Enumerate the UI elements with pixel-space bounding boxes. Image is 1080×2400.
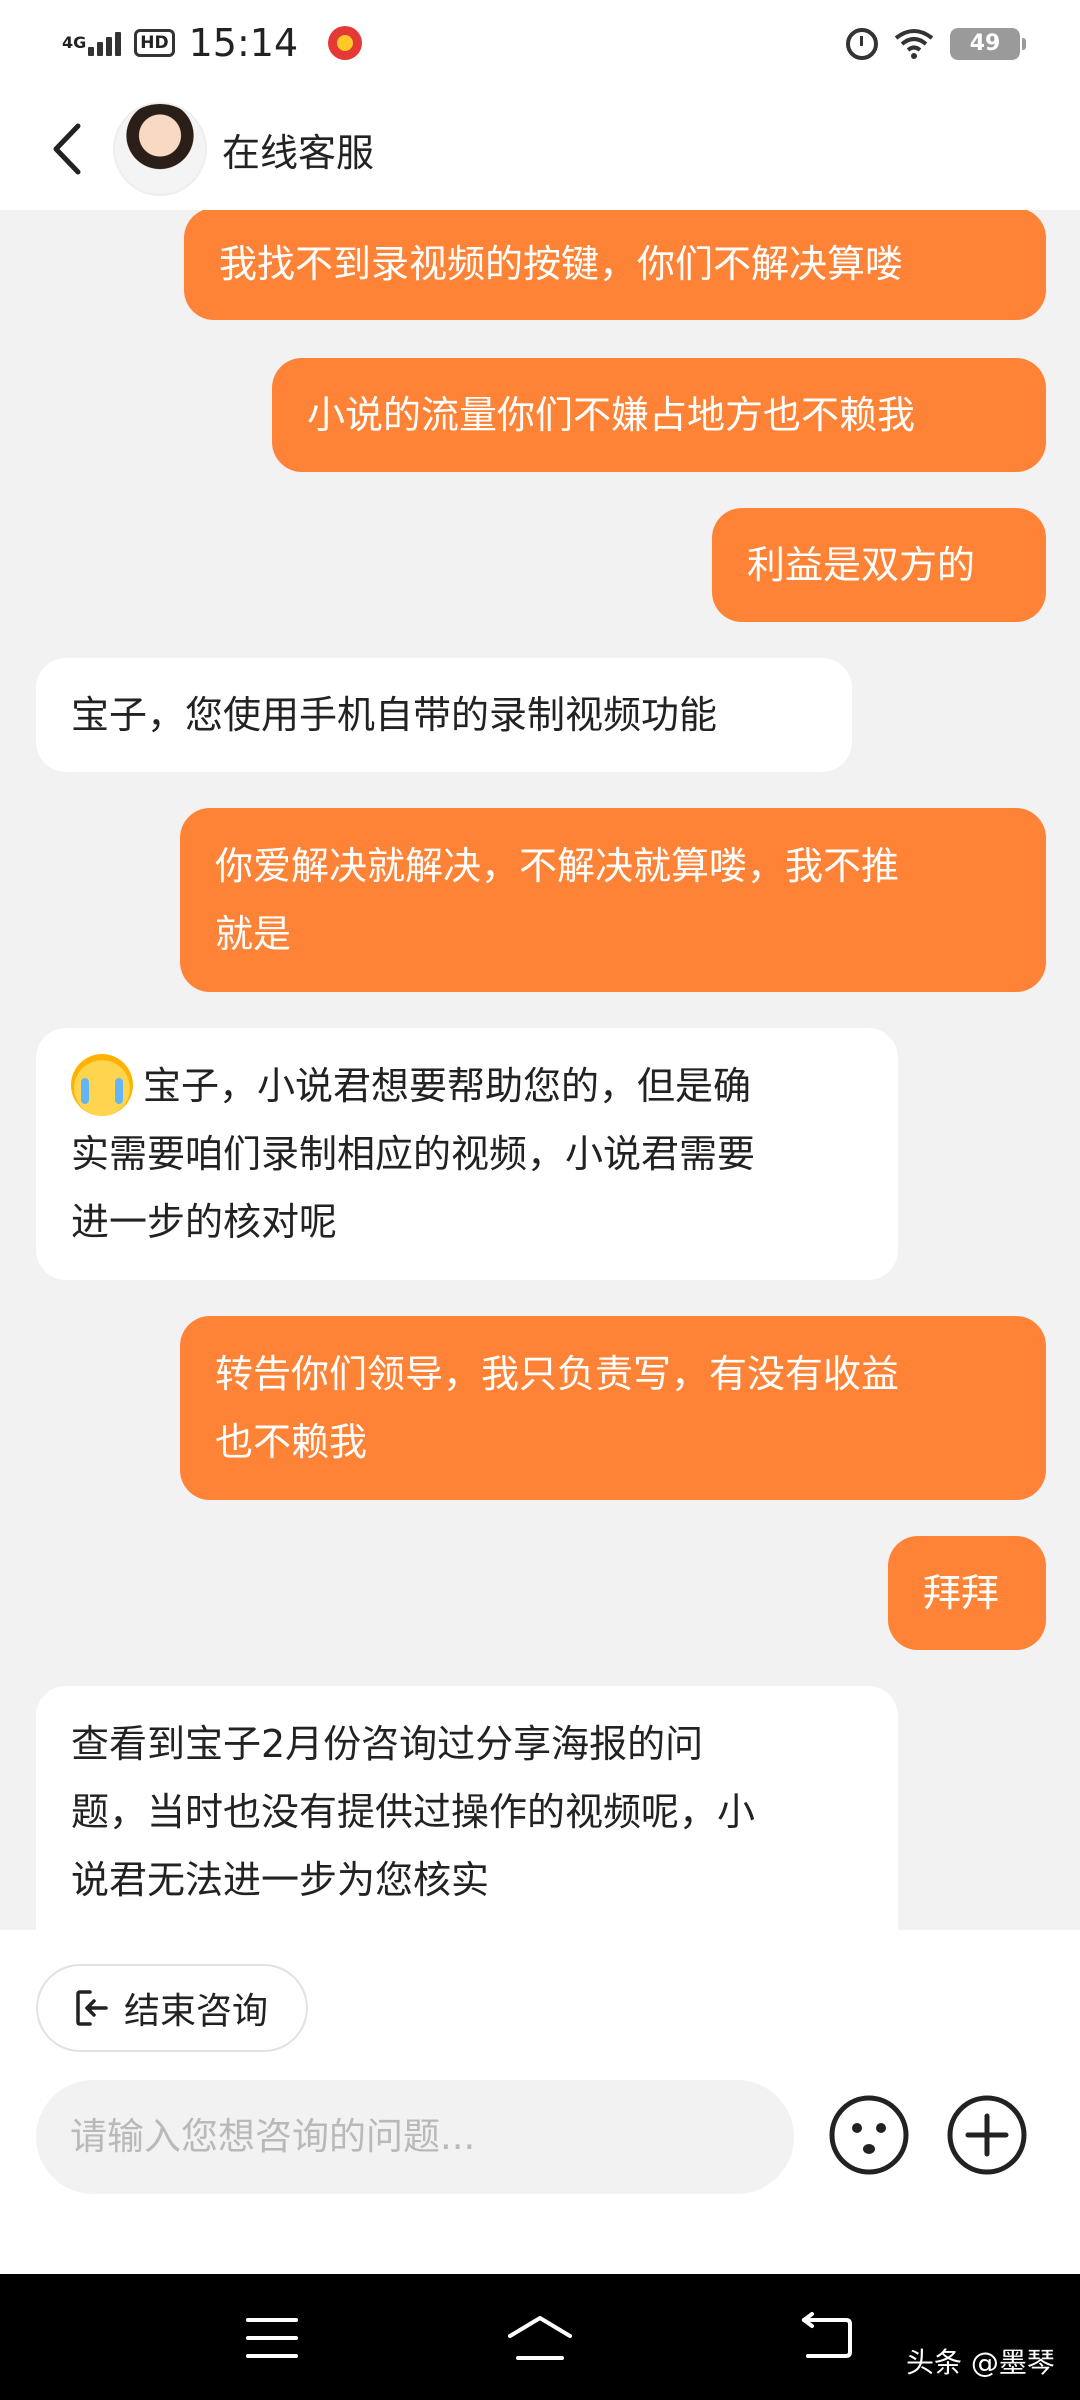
chat-screen: 4G HD 15:14 49 在线客服 我找不到录视频的按键，你们不解决算喽 小…	[0, 0, 1080, 2400]
message-text: 也不赖我	[215, 1420, 368, 1464]
message-text: 利益是双方的	[747, 543, 976, 587]
message-bubble-incoming[interactable]: 查看到宝子2月份咨询过分享海报的问 题，当时也没有提供过操作的视频呢，小 说君无…	[36, 1686, 898, 1930]
message-text: 拜拜	[923, 1571, 1000, 1615]
page-title: 在线客服	[222, 131, 375, 175]
exit-icon	[76, 1990, 108, 2026]
message-bubble-outgoing[interactable]: 利益是双方的	[712, 508, 1046, 622]
signal-icon	[88, 30, 124, 56]
network-type: 4G	[62, 33, 87, 52]
smiley-icon[interactable]	[828, 2094, 910, 2176]
menu-icon[interactable]	[242, 2312, 302, 2364]
message-bubble-incoming[interactable]: 宝子，您使用手机自带的录制视频功能	[36, 658, 852, 772]
back-button[interactable]	[44, 116, 94, 182]
message-text: 查看到宝子2月份咨询过分享海报的问	[71, 1722, 704, 1766]
message-bubble-incoming[interactable]: 宝子，小说君想要帮助您的，但是确 实需要咱们录制相应的视频，小说君需要 进一步的…	[36, 1028, 898, 1280]
end-consultation-button[interactable]: 结束咨询	[36, 1964, 308, 2052]
back-nav-icon[interactable]	[796, 2312, 856, 2364]
message-text: 实需要咱们录制相应的视频，小说君需要	[71, 1132, 756, 1176]
end-consultation-label: 结束咨询	[124, 1991, 269, 2032]
status-time: 15:14	[188, 21, 299, 65]
app-notification-icon	[328, 26, 363, 60]
battery-icon: 49	[950, 28, 1026, 60]
message-bubble-outgoing[interactable]: 你爱解决就解决，不解决就算喽，我不推 就是	[180, 808, 1046, 992]
chat-header: 在线客服	[0, 88, 1080, 210]
message-text: 你爱解决就解决，不解决就算喽，我不推	[215, 844, 900, 888]
plus-circle-icon[interactable]	[946, 2094, 1028, 2176]
message-text: 转告你们领导，我只负责写，有没有收益	[215, 1352, 900, 1396]
message-text: 小说的流量你们不嫌占地方也不赖我	[307, 393, 916, 437]
message-text: 我找不到录视频的按键，你们不解决算喽	[219, 242, 904, 286]
status-bar: 4G HD 15:14 49	[0, 0, 1080, 88]
input-panel: 结束咨询 请输入您想咨询的问题...	[0, 1930, 1080, 2274]
crying-face-emoji-icon	[71, 1053, 133, 1116]
system-nav-bar	[0, 2274, 1080, 2400]
message-bubble-outgoing[interactable]: 我找不到录视频的按键，你们不解决算喽	[184, 210, 1046, 320]
message-bubble-outgoing[interactable]: 小说的流量你们不嫌占地方也不赖我	[272, 358, 1046, 472]
message-text: 就是	[215, 912, 292, 956]
home-icon[interactable]	[506, 2312, 574, 2364]
alarm-icon	[846, 28, 878, 60]
wifi-icon	[894, 29, 934, 59]
hd-badge: HD	[134, 29, 175, 57]
message-text: 进一步的核对呢	[71, 1200, 338, 1244]
message-list[interactable]: 我找不到录视频的按键，你们不解决算喽 小说的流量你们不嫌占地方也不赖我 利益是双…	[0, 210, 1080, 1930]
message-bubble-outgoing[interactable]: 转告你们领导，我只负责写，有没有收益 也不赖我	[180, 1316, 1046, 1500]
message-text: 说君无法进一步为您核实	[71, 1858, 490, 1902]
watermark: 头条 @墨琴	[906, 2346, 1055, 2379]
message-text: 宝子，小说君想要帮助您的，但是确	[143, 1064, 752, 1108]
message-input[interactable]: 请输入您想咨询的问题...	[36, 2080, 794, 2194]
agent-avatar[interactable]	[113, 102, 207, 196]
message-text: 题，当时也没有提供过操作的视频呢，小	[71, 1790, 756, 1834]
message-bubble-outgoing[interactable]: 拜拜	[888, 1536, 1046, 1650]
message-text: 宝子，您使用手机自带的录制视频功能	[71, 693, 718, 737]
